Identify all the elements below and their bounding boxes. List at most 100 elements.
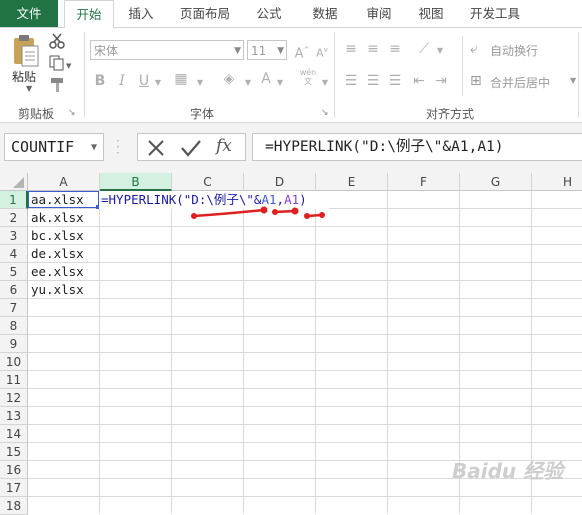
tab-developer[interactable]: 开发工具 [462,0,528,27]
column-header[interactable]: C [172,173,244,191]
row-header[interactable]: 7 [0,299,28,317]
gridline [99,191,100,514]
select-all-button[interactable] [0,173,28,191]
column-header[interactable]: A [28,173,100,191]
row-header[interactable]: 15 [0,443,28,461]
formula-bar-resize-handle[interactable]: · · · [116,135,120,159]
border-icon[interactable]: ▦ [170,70,192,88]
chevron-down-icon[interactable]: ▼ [321,74,329,92]
cell-a1[interactable]: aa.xlsx [28,191,84,209]
column-header[interactable]: E [316,173,388,191]
gridline [28,316,582,317]
chevron-down-icon[interactable]: ▼ [196,74,204,92]
row-header[interactable]: 14 [0,425,28,443]
align-middle-icon[interactable]: ≡ [364,40,382,58]
clipboard-launcher-icon[interactable]: ↘ [68,108,76,118]
format-painter-icon[interactable] [48,76,66,94]
clipboard-group-label: 剪贴板 [17,107,54,121]
worksheet-grid[interactable]: A B C D E F G H 1 2 3 4 5 6 7 8 9 10 11 … [0,173,582,515]
decrease-font-icon[interactable]: Av [314,41,330,63]
font-color-button[interactable]: A [258,70,274,88]
cell-a5[interactable]: ee.xlsx [28,263,84,281]
row-header[interactable]: 17 [0,479,28,497]
paste-label: 粘贴 [12,70,37,84]
row-header[interactable]: 10 [0,353,28,371]
align-bottom-icon[interactable]: ≡ [386,40,404,58]
align-left-icon[interactable]: ☰ [342,72,360,90]
chevron-down-icon[interactable]: ▼ [244,74,252,92]
font-launcher-icon[interactable]: ↘ [321,108,329,118]
tab-formulas[interactable]: 公式 [246,0,292,27]
row-header[interactable]: 16 [0,461,28,479]
name-box[interactable]: COUNTIF ▼ [4,133,104,161]
wrap-text-icon: ⤶ [470,41,478,57]
wrap-text-button[interactable]: ⤶ 自动换行 [470,40,580,60]
row-header[interactable]: 4 [0,245,28,263]
alignment-group-label: 对齐方式 [425,107,474,121]
phonetic-label: wén [299,68,317,77]
cell-a2[interactable]: ak.xlsx [28,209,84,227]
row-header[interactable]: 8 [0,317,28,335]
increase-indent-icon[interactable]: ⇥ [432,72,450,90]
cell-a6[interactable]: yu.xlsx [28,281,84,299]
row-header[interactable]: 2 [0,209,28,227]
tab-page-layout[interactable]: 页面布局 [172,0,238,27]
row-header[interactable]: 6 [0,281,28,299]
gridline [28,370,582,371]
gridline [171,191,172,514]
gridline [315,191,316,514]
column-header[interactable]: D [244,173,316,191]
row-header[interactable]: 9 [0,335,28,353]
underline-button[interactable]: U [136,72,152,90]
italic-button[interactable]: I [114,72,130,90]
font-name-combo[interactable]: 宋体 ▼ [90,40,244,60]
align-right-icon[interactable]: ☰ [386,72,404,90]
font-size-combo[interactable]: 11 ▼ [247,40,287,60]
gridline [28,244,582,245]
fill-color-icon[interactable]: ◈ [218,70,240,88]
gridline [28,388,582,389]
column-header[interactable]: H [532,173,582,191]
chevron-down-icon[interactable]: ▼ [276,74,284,92]
column-header[interactable]: B [100,173,172,191]
row-header[interactable]: 11 [0,371,28,389]
cut-icon[interactable] [48,32,66,50]
formula-input[interactable]: =HYPERLINK("D:\例子\"&A1,A1) [252,133,582,161]
orientation-icon[interactable]: ⟋ [414,40,434,58]
row-header[interactable]: 12 [0,389,28,407]
decrease-indent-icon[interactable]: ⇤ [410,72,428,90]
tab-file[interactable]: 文件 [0,0,58,27]
row-header[interactable]: 18 [0,497,28,515]
ribbon-separator [462,36,463,96]
align-center-icon[interactable]: ☰ [364,72,382,90]
font-size-value: 11 [251,44,267,58]
row-header[interactable]: 5 [0,263,28,281]
row-header[interactable]: 1 [0,191,28,209]
cell-a3[interactable]: bc.xlsx [28,227,84,245]
align-top-icon[interactable]: ≡ [342,40,360,58]
increase-font-icon[interactable]: A^ [294,41,310,63]
enter-check-icon[interactable] [180,138,202,158]
tab-insert[interactable]: 插入 [118,0,164,27]
cell-a4[interactable]: de.xlsx [28,245,84,263]
cancel-icon[interactable] [146,138,166,158]
tab-review[interactable]: 审阅 [356,0,402,27]
tab-view[interactable]: 视图 [408,0,454,27]
phonetic-guide-icon[interactable]: wén 文 [296,68,320,86]
chevron-down-icon[interactable]: ▼ [154,74,162,92]
bold-button[interactable]: B [92,72,108,90]
column-header[interactable]: F [388,173,460,191]
copy-icon[interactable]: ▼ [48,54,72,72]
tab-data[interactable]: 数据 [302,0,348,27]
paste-button[interactable] [8,32,42,72]
svg-text:▼: ▼ [66,62,72,70]
row-header[interactable]: 13 [0,407,28,425]
insert-function-icon[interactable]: fx [216,136,232,156]
gridline [28,226,582,227]
row-header[interactable]: 3 [0,227,28,245]
column-header[interactable]: G [460,173,532,191]
tab-home[interactable]: 开始 [64,0,114,29]
paste-dropdown-icon[interactable]: ▼ [26,84,32,93]
merge-center-button[interactable]: ⊞ 合并后居中 ▼ [470,72,582,92]
chevron-down-icon[interactable]: ▼ [436,42,444,60]
